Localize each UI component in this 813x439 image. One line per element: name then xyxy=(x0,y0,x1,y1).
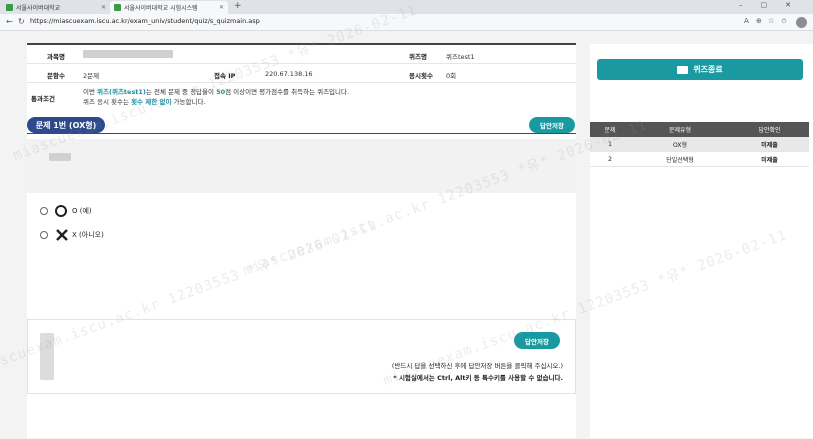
ip-label: 접속 IP xyxy=(214,72,236,80)
row-status: 미제출 xyxy=(761,141,778,149)
save-answer-button-bottom[interactable]: 답안저장 xyxy=(514,332,560,349)
info-row: 문항수 2문제 접속 IP 220.67.138.16 응시횟수 0회 xyxy=(27,64,576,83)
question-count-label: 문항수 xyxy=(47,72,65,80)
pass-text: 퀴즈 응시 횟수는 xyxy=(83,98,132,106)
table-row[interactable]: 1 OX형 미제출 xyxy=(590,137,809,152)
refresh-icon[interactable]: ↻ xyxy=(18,17,25,26)
favicon-icon xyxy=(114,4,121,11)
quiz-name-value: 퀴즈test1 xyxy=(446,53,475,61)
end-quiz-button[interactable]: 퀴즈종료 xyxy=(597,59,803,80)
quiz-info-table: 과목명 퀴즈명 퀴즈test1 문항수 2문제 접속 IP 220.67.138… xyxy=(27,43,576,106)
profile-avatar[interactable] xyxy=(796,17,807,28)
question-text-redacted xyxy=(49,153,71,161)
text-size-icon[interactable]: A xyxy=(744,17,749,25)
question-count-value: 2문제 xyxy=(83,72,100,80)
save-answer-button[interactable]: 답안저장 xyxy=(529,117,575,133)
ip-value: 220.67.138.16 xyxy=(265,70,313,78)
row-num: 1 xyxy=(608,140,612,148)
address-bar: ← ↻ https://miascuexam.iscu.ac.kr/exam_u… xyxy=(0,14,813,31)
quiz-name-label: 퀴즈명 xyxy=(409,53,427,61)
attempt-value: 0회 xyxy=(446,72,457,80)
favorites-icon[interactable]: ✩ xyxy=(781,17,787,25)
placeholder-block xyxy=(40,333,54,380)
course-label: 과목명 xyxy=(47,53,65,61)
favorite-star-icon[interactable]: ☆ xyxy=(768,17,774,25)
url-field[interactable]: https://miascuexam.iscu.ac.kr/exam_univ/… xyxy=(30,17,260,25)
attempt-label: 응시횟수 xyxy=(409,72,433,80)
option-o[interactable]: O (예) xyxy=(40,204,92,218)
question-status-table: 문제 문제유형 답안확인 1 OX형 미제출 2 단일선택형 미제출 xyxy=(590,122,809,167)
option-label: O (예) xyxy=(72,207,92,215)
question-content xyxy=(27,139,576,193)
tab-label: 서울사이버대학교 xyxy=(16,5,61,12)
pass-label: 통과조건 xyxy=(31,95,55,103)
favicon-icon xyxy=(6,4,13,11)
table-header: 문제 문제유형 답안확인 xyxy=(590,122,809,137)
row-type: OX형 xyxy=(673,141,687,149)
close-icon[interactable]: ✕ xyxy=(219,4,224,11)
option-x[interactable]: X (아니오) xyxy=(40,228,104,242)
end-quiz-label: 퀴즈종료 xyxy=(693,65,723,74)
row-num: 2 xyxy=(608,155,612,163)
course-value-redacted xyxy=(83,50,173,58)
info-row: 과목명 퀴즈명 퀴즈test1 xyxy=(27,45,576,64)
header-cell: 문제유형 xyxy=(668,127,692,134)
save-notice: (반드시 답을 선택하신 후에 답안저장 버튼을 클릭해 주십시오.) xyxy=(391,362,563,370)
pass-score-highlight: 50 xyxy=(216,88,226,96)
o-circle-icon xyxy=(55,205,67,217)
pass-condition-text: 이번 퀴즈(퀴즈test1)는 전체 문제 중 정답율이 50점 이상이면 평가… xyxy=(83,87,349,107)
key-restriction-notice: * 시험실에서는 Ctrl, Alt키 등 특수키를 사용할 수 없습니다. xyxy=(393,374,563,382)
browser-tab-2[interactable]: 서울사이버대학교 시험시스템 ✕ xyxy=(110,1,228,14)
answer-save-panel: 답안저장 (반드시 답을 선택하신 후에 답안저장 버튼을 클릭해 주십시오.)… xyxy=(27,319,576,394)
x-mark-icon xyxy=(56,229,68,241)
pass-text: 이번 xyxy=(83,88,98,96)
info-row: 통과조건 이번 퀴즈(퀴즈test1)는 전체 문제 중 정답율이 50점 이상… xyxy=(27,83,576,114)
zoom-icon[interactable]: ⊕ xyxy=(756,17,762,25)
pass-text: 는 전체 문제 중 정답율이 xyxy=(145,88,217,96)
back-icon[interactable]: ← xyxy=(6,17,13,26)
table-row[interactable]: 2 단일선택형 미제출 xyxy=(590,152,809,167)
radio-button[interactable] xyxy=(40,207,48,215)
question-badge: 문제 1번 (OX형) xyxy=(27,117,105,133)
pass-limit-highlight: 횟수 제한 없이 xyxy=(131,98,172,106)
page-body: 과목명 퀴즈명 퀴즈test1 문항수 2문제 접속 IP 220.67.138… xyxy=(0,2,813,439)
option-label: X (아니오) xyxy=(72,231,104,239)
pass-text: 점 이상이면 평가점수를 취득하는 퀴즈입니다. xyxy=(225,88,350,96)
pass-quiz-highlight: 퀴즈(퀴즈test1) xyxy=(97,88,146,96)
window-controls[interactable]: –▢✕ xyxy=(739,1,809,9)
new-tab-icon[interactable]: + xyxy=(234,1,242,11)
browser-tabbar: 서울사이버대학교 ✕ 서울사이버대학교 시험시스템 ✕ + –▢✕ xyxy=(0,0,813,14)
row-type: 단일선택형 xyxy=(666,156,694,164)
row-status: 미제출 xyxy=(761,156,778,164)
radio-button[interactable] xyxy=(40,231,48,239)
header-cell: 문제 xyxy=(604,127,616,134)
side-panel xyxy=(590,44,813,438)
browser-tab-1[interactable]: 서울사이버대학교 ✕ xyxy=(2,1,110,14)
envelope-icon xyxy=(677,65,689,74)
close-icon[interactable]: ✕ xyxy=(101,4,106,11)
header-cell: 답안확인 xyxy=(758,127,781,134)
question-divider xyxy=(27,133,576,134)
pass-text: 가능합니다. xyxy=(171,98,206,106)
tab-label: 서울사이버대학교 시험시스템 xyxy=(124,5,198,12)
